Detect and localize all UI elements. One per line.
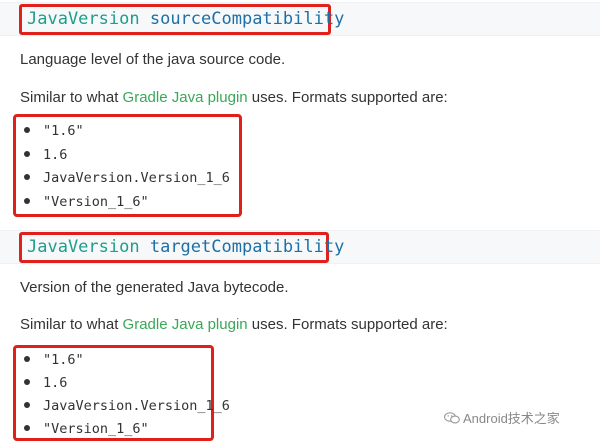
similar-suffix: uses. Formats supported are: [247, 316, 448, 333]
bullet [24, 151, 30, 157]
gradle-java-plugin-link[interactable]: Gradle Java plugin [123, 89, 248, 106]
bullet [24, 127, 30, 133]
bullet [24, 356, 30, 362]
list-item: "1.6" [24, 352, 84, 368]
signature-name[interactable]: sourceCompatibility [150, 9, 344, 29]
format-value: JavaVersion.Version_1_6 [43, 170, 230, 186]
similar-suffix: uses. Formats supported are: [247, 89, 448, 106]
list-item: 1.6 [24, 375, 67, 391]
source-similar-text: Similar to what Gradle Java plugin uses.… [20, 89, 448, 106]
bullet [24, 174, 30, 180]
format-value: JavaVersion.Version_1_6 [43, 398, 230, 414]
list-item: "1.6" [24, 123, 84, 139]
bullet [24, 198, 30, 204]
list-item: 1.6 [24, 147, 67, 163]
target-description: Version of the generated Java bytecode. [20, 279, 289, 296]
list-item: JavaVersion.Version_1_6 [24, 398, 230, 414]
bullet [24, 379, 30, 385]
gradle-java-plugin-link[interactable]: Gradle Java plugin [123, 316, 248, 333]
format-value: 1.6 [43, 147, 68, 163]
bullet [24, 425, 30, 431]
signature-target: JavaVersion targetCompatibility [27, 237, 344, 257]
list-item: "Version_1_6" [24, 421, 149, 437]
watermark-text: Android技术之家 [463, 411, 560, 426]
format-value: "1.6" [43, 352, 84, 368]
similar-prefix: Similar to what [20, 89, 123, 106]
format-value: 1.6 [43, 375, 68, 391]
similar-prefix: Similar to what [20, 316, 123, 333]
source-description: Language level of the java source code. [20, 51, 286, 68]
bullet [24, 402, 30, 408]
watermark: Android技术之家 [444, 408, 560, 427]
list-item: "Version_1_6" [24, 194, 149, 210]
target-similar-text: Similar to what Gradle Java plugin uses.… [20, 316, 448, 333]
wechat-icon [444, 412, 460, 424]
signature-name[interactable]: targetCompatibility [150, 237, 344, 257]
signature-type[interactable]: JavaVersion [27, 9, 140, 29]
format-value: "Version_1_6" [43, 194, 149, 210]
signature-source: JavaVersion sourceCompatibility [27, 9, 344, 29]
format-value: "1.6" [43, 123, 84, 139]
list-item: JavaVersion.Version_1_6 [24, 170, 230, 186]
format-value: "Version_1_6" [43, 421, 149, 437]
signature-type[interactable]: JavaVersion [27, 237, 140, 257]
